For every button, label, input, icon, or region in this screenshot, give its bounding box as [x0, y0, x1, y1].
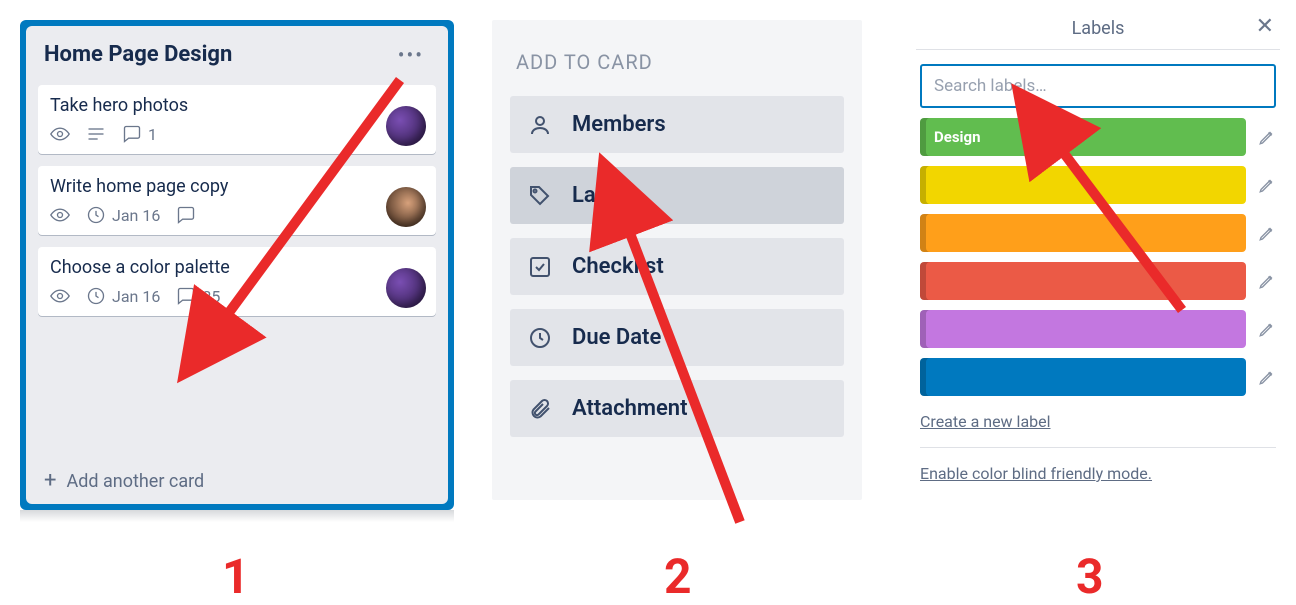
add-to-card-heading: ADD TO CARD: [516, 50, 844, 74]
decorative-shadow: [20, 510, 454, 522]
list-header: Home Page Design •••: [34, 34, 440, 79]
card[interactable]: Take hero photos 1: [38, 85, 436, 154]
attachment-button[interactable]: Attachment: [510, 380, 844, 437]
add-to-card-panel: ADD TO CARD Members Labels Checklist Due…: [492, 20, 862, 500]
due-date-badge: Jan 16: [86, 286, 160, 306]
due-date-badge: Jan 16: [86, 205, 160, 225]
checklist-icon: [528, 255, 552, 279]
create-label-link[interactable]: Create a new label: [920, 412, 1276, 431]
card-badges: Jan 16 25: [50, 286, 424, 306]
description-icon: [86, 124, 106, 144]
checklist-button[interactable]: Checklist: [510, 238, 844, 295]
label-swatch[interactable]: [920, 262, 1246, 300]
person-icon: [528, 113, 552, 137]
watch-icon: [50, 124, 70, 144]
card[interactable]: Choose a color palette Jan 16 25: [38, 247, 436, 316]
step-number: 3: [1076, 548, 1104, 605]
pencil-icon[interactable]: [1258, 224, 1276, 242]
comments-count: 25: [202, 287, 220, 306]
paperclip-icon: [528, 397, 552, 421]
label-row: [920, 166, 1276, 204]
label-swatch[interactable]: [920, 214, 1246, 252]
card-title: Choose a color palette: [50, 257, 424, 278]
card-title: Write home page copy: [50, 176, 424, 197]
members-button[interactable]: Members: [510, 96, 844, 153]
card-badges: 1: [50, 124, 424, 144]
label-swatch[interactable]: [920, 310, 1246, 348]
pencil-icon[interactable]: [1258, 128, 1276, 146]
label-row: [920, 358, 1276, 396]
close-icon[interactable]: ✕: [1256, 14, 1274, 39]
label-swatch[interactable]: [920, 358, 1246, 396]
search-labels-input[interactable]: [920, 64, 1276, 108]
add-card-label: Add another card: [66, 471, 204, 492]
member-avatar[interactable]: [386, 106, 426, 146]
watch-icon: [50, 205, 70, 225]
plus-icon: +: [44, 470, 56, 492]
member-avatar[interactable]: [386, 268, 426, 308]
card-title: Take hero photos: [50, 95, 424, 116]
pencil-icon[interactable]: [1258, 272, 1276, 290]
trello-list: Home Page Design ••• Take hero photos 1: [26, 26, 448, 504]
label-row: [920, 310, 1276, 348]
label-swatch[interactable]: [920, 166, 1246, 204]
pencil-icon[interactable]: [1258, 176, 1276, 194]
due-date-button[interactable]: Due Date: [510, 309, 844, 366]
labels-popover: Labels ✕ Design Create a new label Enabl…: [916, 12, 1280, 499]
popover-header: Labels ✕: [916, 12, 1280, 50]
add-card-button[interactable]: + Add another card: [34, 458, 440, 496]
menu-label: Attachment: [572, 396, 687, 421]
color-blind-mode-link[interactable]: Enable color blind friendly mode.: [920, 464, 1276, 483]
list-title[interactable]: Home Page Design: [44, 42, 232, 67]
tag-icon: [528, 184, 552, 208]
label-row: [920, 214, 1276, 252]
labels-button[interactable]: Labels: [510, 167, 844, 224]
step-number: 1: [222, 548, 250, 605]
comments-count: 1: [148, 125, 157, 144]
pencil-icon[interactable]: [1258, 320, 1276, 338]
label-row: Design: [920, 118, 1276, 156]
due-date-text: Jan 16: [112, 206, 160, 225]
menu-label: Checklist: [572, 254, 664, 279]
separator: [920, 447, 1276, 448]
card[interactable]: Write home page copy Jan 16: [38, 166, 436, 235]
step-number: 2: [664, 548, 692, 605]
comments-badge: 1: [122, 124, 157, 144]
card-badges: Jan 16: [50, 205, 424, 225]
menu-label: Due Date: [572, 325, 661, 350]
comments-badge: 25: [176, 286, 220, 306]
watch-icon: [50, 286, 70, 306]
list-menu-button[interactable]: •••: [392, 43, 430, 67]
label-row: [920, 262, 1276, 300]
due-date-text: Jan 16: [112, 287, 160, 306]
comments-badge: [176, 205, 196, 225]
trello-list-frame: Home Page Design ••• Take hero photos 1: [20, 20, 454, 510]
pencil-icon[interactable]: [1258, 368, 1276, 386]
menu-label: Labels: [572, 183, 637, 208]
member-avatar[interactable]: [386, 187, 426, 227]
popover-title: Labels: [1072, 18, 1125, 39]
label-swatch[interactable]: Design: [920, 118, 1246, 156]
clock-icon: [528, 326, 552, 350]
menu-label: Members: [572, 112, 666, 137]
